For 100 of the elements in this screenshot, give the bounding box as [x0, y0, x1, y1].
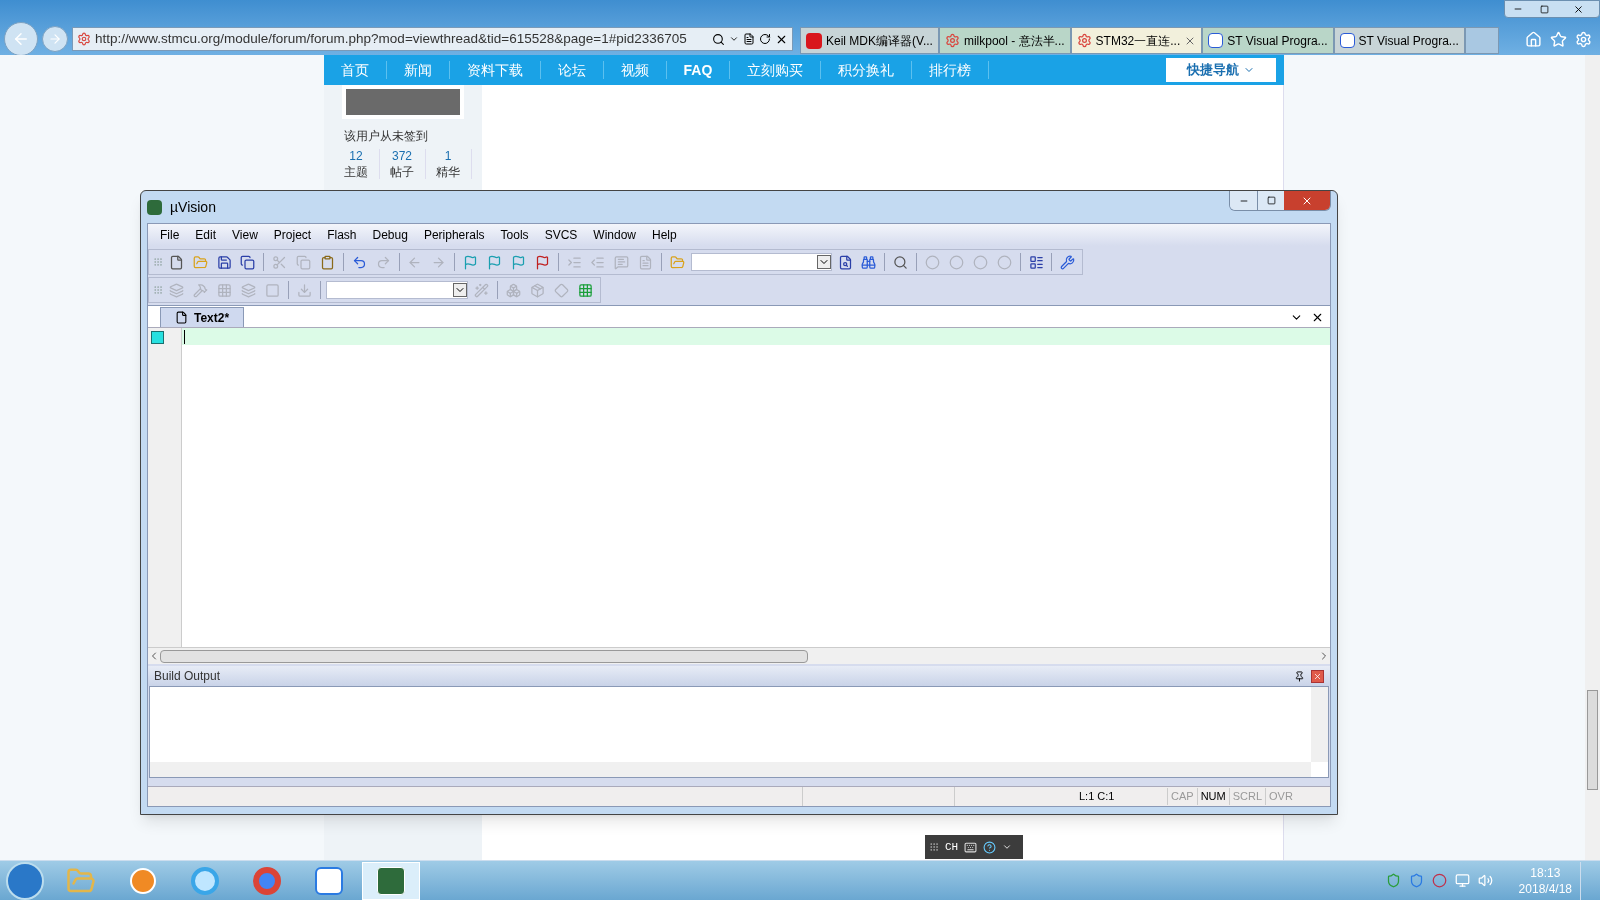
- close-button[interactable]: [1284, 191, 1330, 210]
- address-bar[interactable]: http://www.stmcu.org/module/forum/forum.php?mod=viewthread&tid=615528&page=1#pid2336705: [72, 27, 793, 51]
- keyboard-icon[interactable]: [964, 840, 978, 854]
- menu-item[interactable]: SVCS: [536, 226, 586, 244]
- dropdown-icon: [729, 34, 739, 44]
- app-logo-icon: [147, 199, 162, 215]
- browser-tab[interactable]: milkpool - 意法半...: [938, 27, 1071, 54]
- circle-icon: [925, 254, 941, 270]
- status-indicator: NUM: [1196, 788, 1229, 805]
- shield-icon[interactable]: [1385, 873, 1401, 888]
- flag-icon: [510, 254, 526, 270]
- stat-value: 12: [349, 149, 363, 163]
- back-icon: [12, 30, 30, 48]
- menu-item[interactable]: Window: [585, 226, 644, 244]
- browser-icon: [253, 866, 281, 895]
- grip-icon: [929, 842, 939, 852]
- diamond-icon: [554, 282, 569, 298]
- taskbar-app-button[interactable]: [362, 861, 420, 900]
- browser-tab[interactable]: Keil MDK编译器(V...: [800, 27, 939, 54]
- app-logo-icon: [377, 866, 405, 895]
- undo-icon: [351, 254, 367, 270]
- boxes-icon: [506, 282, 521, 298]
- flag-icon: [463, 254, 479, 270]
- tab-title: ST Visual Progra...: [1227, 32, 1328, 50]
- magnifier-icon: [893, 254, 909, 270]
- close-icon: [1313, 671, 1322, 681]
- stat-value: 372: [392, 149, 412, 163]
- minimize-button[interactable]: [1230, 191, 1257, 210]
- pin-icon[interactable]: [1294, 670, 1305, 682]
- folder-icon: [192, 254, 208, 270]
- flag-icon: [534, 254, 550, 270]
- menu-item[interactable]: Edit: [187, 226, 225, 244]
- cursor-position: L:1 C:1: [1079, 789, 1116, 805]
- home-icon[interactable]: [1525, 30, 1542, 48]
- menu-item[interactable]: View: [224, 226, 266, 244]
- flag-icon: [486, 254, 502, 270]
- indent-icon: [566, 254, 582, 270]
- quick-nav-button[interactable]: 快捷导航: [1165, 58, 1276, 82]
- menu-item[interactable]: File: [152, 226, 188, 244]
- stat-label: 帖子: [390, 165, 414, 179]
- volume-icon[interactable]: [1477, 873, 1493, 888]
- settings-icon[interactable]: [1575, 30, 1592, 48]
- uncomment-icon: [638, 254, 654, 270]
- comment-icon: [614, 254, 630, 270]
- menu-item[interactable]: Debug: [364, 226, 416, 244]
- build-icon: [193, 282, 208, 298]
- status-indicator: SCRL: [1228, 788, 1266, 805]
- combo-box[interactable]: [326, 281, 468, 299]
- status-indicator: CAP: [1167, 788, 1197, 805]
- back-button[interactable]: [4, 22, 38, 56]
- menu-item[interactable]: Help: [644, 226, 685, 244]
- browser-tab[interactable]: ST Visual Progra...: [1202, 27, 1334, 54]
- folder-search-icon: [669, 254, 685, 270]
- editor-tab[interactable]: Text2*: [160, 307, 245, 327]
- grip-icon: [153, 285, 163, 295]
- options-icon[interactable]: [1002, 842, 1013, 852]
- scissors-icon: [272, 254, 288, 270]
- language-indicator[interactable]: CH: [945, 838, 959, 856]
- clock-date: 2018/4/18: [1518, 880, 1572, 897]
- colored-grid-icon: [578, 282, 593, 298]
- horizontal-scrollbar[interactable]: [150, 762, 1311, 777]
- menu-item[interactable]: Flash: [319, 226, 365, 244]
- help-icon[interactable]: [983, 840, 997, 854]
- text-cursor: [184, 329, 185, 344]
- panel-close-button[interactable]: [1311, 669, 1324, 683]
- window-icon: [1028, 254, 1044, 270]
- tab-title: milkpool - 意法半...: [963, 32, 1065, 50]
- document-search-icon: [837, 254, 853, 270]
- page-scrollbar[interactable]: [1585, 55, 1600, 860]
- scrollbar-thumb[interactable]: [160, 649, 808, 663]
- vertical-scrollbar[interactable]: [1311, 687, 1328, 762]
- browser-tab[interactable]: ST Visual Progra...: [1333, 27, 1465, 54]
- star-icon[interactable]: [1550, 30, 1567, 48]
- package-icon: [530, 282, 545, 298]
- menu-item[interactable]: Peripherals: [415, 226, 493, 244]
- start-button[interactable]: [6, 861, 44, 900]
- tray-app-icon[interactable]: [1431, 873, 1447, 888]
- grid-icon: [217, 282, 232, 298]
- right-arrow-icon: [431, 254, 447, 270]
- stack-icon: [241, 282, 256, 298]
- network-icon[interactable]: [1454, 873, 1470, 888]
- forward-button[interactable]: [42, 26, 68, 52]
- menu-item[interactable]: Project: [265, 226, 320, 244]
- close-icon[interactable]: [1311, 311, 1324, 324]
- stop-icon: [265, 282, 280, 298]
- tab-title: ST Visual Progra...: [1358, 32, 1459, 50]
- clipboard-icon: [319, 254, 335, 270]
- search-icon: [712, 32, 725, 46]
- horizontal-scrollbar[interactable]: [148, 647, 1330, 664]
- combo-box[interactable]: [690, 253, 832, 271]
- shield-icon[interactable]: [1408, 873, 1424, 888]
- circle-icon: [949, 254, 964, 270]
- refresh-icon: [759, 33, 771, 45]
- current-line-marker-icon: [151, 331, 164, 344]
- download-icon: [297, 282, 312, 298]
- stat-value: 1: [444, 149, 452, 163]
- browser-tab[interactable]: STM32一直连...: [1070, 27, 1203, 54]
- maximize-button[interactable]: [1257, 191, 1284, 210]
- menu-item[interactable]: Tools: [492, 226, 537, 244]
- new-tab-button[interactable]: [1464, 27, 1499, 54]
